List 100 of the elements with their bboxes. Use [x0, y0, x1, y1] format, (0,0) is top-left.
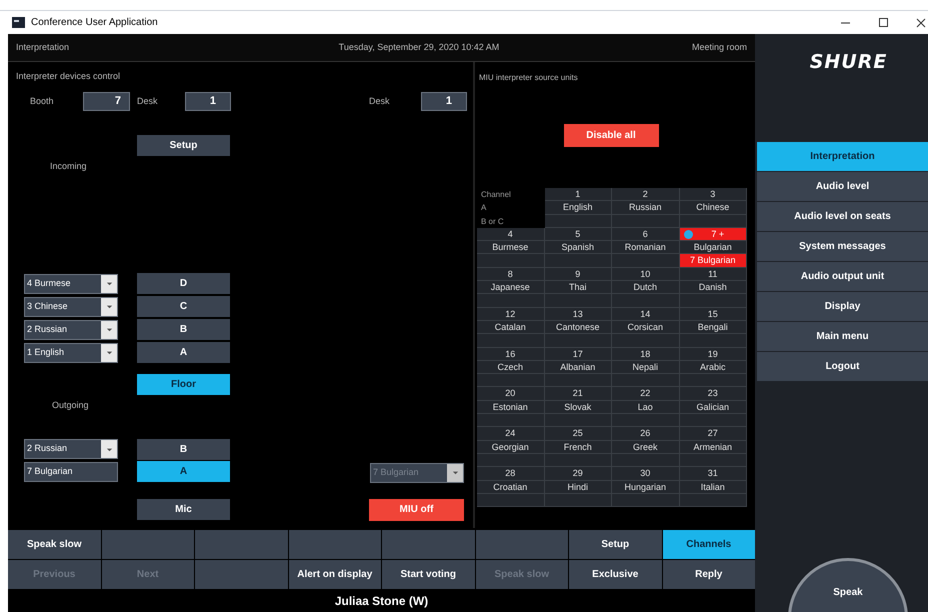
channel-number: 4 — [477, 228, 544, 242]
channel-name: Galician — [680, 400, 746, 414]
menu-item[interactable]: Logout — [757, 352, 928, 380]
channel-number: 23 — [680, 387, 746, 401]
desk-field[interactable]: 1 — [421, 92, 467, 111]
channel-number: 30 — [612, 467, 678, 481]
toolbar-button[interactable]: Alert on display — [288, 560, 381, 589]
miu-off-button[interactable]: MIU off — [369, 498, 464, 520]
channel-number: 26 — [612, 427, 678, 441]
menu-item[interactable]: Interpretation — [757, 142, 928, 170]
menu-item[interactable]: Display — [757, 292, 928, 320]
menu-item[interactable]: Audio level — [757, 172, 928, 200]
toolbar-button[interactable]: Reply — [662, 560, 755, 589]
language-dropdown[interactable]: 2 Russian — [24, 439, 118, 459]
channel-number: 10 — [612, 268, 678, 282]
channel-number: 27 — [680, 427, 746, 441]
toolbar-button[interactable]: Channels — [662, 530, 755, 559]
setup-button[interactable]: Setup — [137, 134, 230, 156]
channel-number: 12 — [477, 308, 544, 321]
channel-name: Corsican — [612, 320, 678, 334]
channel-number: 31 — [680, 467, 746, 481]
channel-name: Russian — [612, 201, 678, 215]
panel-title: MIU interpreter source units — [479, 72, 579, 84]
channel-name: Bengali — [680, 320, 746, 334]
language-field[interactable]: 7 Bulgarian — [24, 462, 118, 482]
outgoing-label: Outgoing — [52, 399, 89, 412]
language-dropdown[interactable]: 3 Chinese — [24, 296, 118, 316]
booth-label: Booth — [30, 94, 55, 108]
maximize-icon[interactable] — [879, 18, 889, 28]
channel-button[interactable]: D — [137, 273, 230, 294]
brand-logo: SHURE — [810, 50, 888, 75]
channel-number: 16 — [477, 348, 544, 361]
app-icon — [12, 17, 25, 28]
language-dropdown[interactable]: 1 English — [24, 342, 118, 362]
channel-number: 20 — [477, 387, 544, 401]
channel-number: 14 — [612, 308, 678, 321]
toolbar-button[interactable]: Setup — [569, 530, 662, 559]
channel-name: Chinese — [680, 201, 746, 215]
channel-button[interactable]: A — [137, 461, 230, 482]
channel-name: Romanian — [612, 241, 678, 254]
menu-item[interactable]: Audio level on seats — [757, 202, 928, 230]
desk-label: Desk — [369, 94, 391, 108]
channel-number: 2 — [612, 188, 678, 202]
channel-name: Nepali — [612, 360, 678, 374]
channel-number: 24 — [477, 427, 544, 441]
channel-number: 25 — [544, 427, 611, 441]
header-label: Channel — [480, 189, 512, 201]
channel-number: 22 — [612, 387, 678, 401]
menu-item[interactable]: Audio output unit — [757, 262, 928, 290]
booth-field[interactable]: 7 — [83, 92, 130, 111]
channel-name: Arabic — [680, 360, 746, 374]
channel-number: 17 — [544, 348, 611, 361]
menu-item[interactable]: System messages — [757, 232, 928, 260]
channel-number: 9 — [544, 268, 611, 282]
channel-name: Georgian — [477, 440, 544, 454]
disable-all-button[interactable]: Disable all — [564, 124, 658, 147]
channel-number: 15 — [680, 308, 746, 321]
desk-field[interactable]: 1 — [185, 92, 231, 111]
channel-name: French — [544, 440, 611, 454]
channel-button[interactable]: C — [137, 296, 230, 317]
toolbar-button[interactable]: Speak slow — [8, 530, 100, 559]
channel-name: Danish — [680, 281, 746, 294]
channel-number: 3 — [680, 188, 746, 202]
channel-name: Croatian — [477, 480, 544, 494]
mic-button[interactable]: Mic — [137, 499, 230, 520]
channel-name: Cantonese — [544, 320, 611, 334]
channel-number: 19 — [680, 348, 746, 361]
channel-name: Spanish — [544, 241, 611, 254]
section-title: Interpretation — [16, 40, 70, 54]
channel-name: Slovak — [544, 400, 611, 414]
speak-button[interactable]: Speak — [788, 558, 908, 612]
toolbar-button[interactable]: Exclusive — [569, 560, 662, 589]
date-time: Tuesday, September 29, 2020 10:42 AM — [338, 40, 500, 54]
window-title: Conference User Application — [31, 16, 158, 30]
menu-item[interactable]: Main menu — [757, 322, 928, 350]
channel-name: Italian — [680, 480, 746, 494]
channel-name: Armenian — [680, 440, 746, 454]
channel-button[interactable]: A — [137, 342, 230, 363]
floor-button[interactable]: Floor — [137, 374, 230, 395]
channel-name: Lao — [612, 400, 678, 414]
channel-number: 11 — [680, 268, 746, 282]
channel-number: 6 — [612, 228, 678, 242]
channel-name: Hungarian — [612, 480, 678, 494]
channel-name: Czech — [477, 360, 544, 374]
channel-name: Albanian — [544, 360, 611, 374]
room-name: Meeting room — [692, 40, 747, 54]
channel-number: 13 — [544, 308, 611, 321]
header-label: A — [480, 202, 488, 214]
channel-button[interactable]: B — [137, 319, 230, 340]
channel-number: 5 — [544, 228, 611, 242]
speaker-name: Juliaa Stone (W) — [334, 592, 428, 610]
channel-name: Hindi — [544, 480, 611, 494]
close-icon[interactable] — [916, 18, 926, 28]
channel-name: Thai — [544, 281, 611, 294]
channel-number: 8 — [477, 268, 544, 282]
toolbar-button[interactable]: Start voting — [382, 560, 474, 589]
language-dropdown[interactable]: 2 Russian — [24, 320, 118, 340]
language-dropdown[interactable]: 4 Burmese — [24, 274, 118, 294]
panel-title: Interpreter devices control — [16, 70, 122, 83]
channel-button[interactable]: B — [137, 438, 230, 460]
